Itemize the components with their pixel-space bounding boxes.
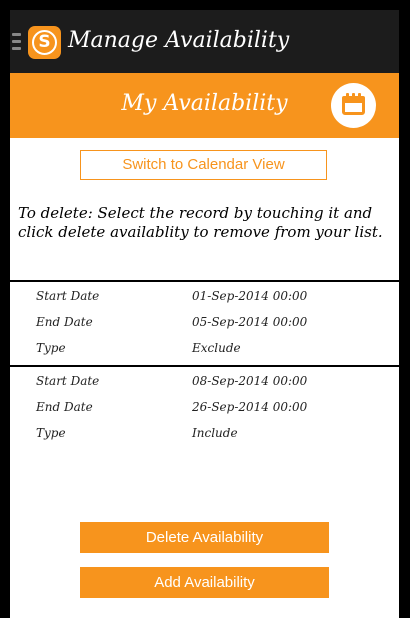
record-divider <box>10 365 399 367</box>
delete-instructions: To delete: Select the record by touching… <box>18 204 383 241</box>
availability-record[interactable]: Start Date 08-Sep-2014 00:00 End Date 26… <box>10 370 399 448</box>
app-screen: S Manage Availability My Availability Sw… <box>10 10 399 618</box>
logo-letter: S <box>32 30 57 55</box>
end-date-row: End Date 05-Sep-2014 00:00 <box>10 311 399 337</box>
add-availability-button[interactable]: Add Availability <box>80 567 329 598</box>
delete-availability-button[interactable]: Delete Availability <box>80 522 329 553</box>
start-date-label: Start Date <box>36 374 100 388</box>
start-date-value: 01-Sep-2014 00:00 <box>192 289 308 303</box>
start-date-row: Start Date 01-Sep-2014 00:00 <box>10 285 399 311</box>
list-divider <box>10 280 399 282</box>
end-date-value: 26-Sep-2014 00:00 <box>192 400 308 414</box>
type-row: Type Exclude <box>10 337 399 363</box>
end-date-value: 05-Sep-2014 00:00 <box>192 315 308 329</box>
page-header: My Availability <box>10 73 399 138</box>
type-label: Type <box>36 426 66 440</box>
start-date-row: Start Date 08-Sep-2014 00:00 <box>10 370 399 396</box>
availability-record[interactable]: Start Date 01-Sep-2014 00:00 End Date 05… <box>10 285 399 363</box>
app-title: Manage Availability <box>68 28 290 53</box>
type-value: Include <box>192 426 238 440</box>
start-date-value: 08-Sep-2014 00:00 <box>192 374 308 388</box>
calendar-button[interactable] <box>331 83 376 128</box>
switch-calendar-view-button[interactable]: Switch to Calendar View <box>80 150 327 180</box>
menu-icon[interactable] <box>12 33 22 51</box>
start-date-label: Start Date <box>36 289 100 303</box>
end-date-row: End Date 26-Sep-2014 00:00 <box>10 396 399 422</box>
type-row: Type Include <box>10 422 399 448</box>
app-bar: S Manage Availability <box>10 10 399 73</box>
device-frame: S Manage Availability My Availability Sw… <box>0 0 410 618</box>
type-label: Type <box>36 341 66 355</box>
type-value: Exclude <box>192 341 241 355</box>
app-logo-icon[interactable]: S <box>28 26 61 59</box>
end-date-label: End Date <box>36 315 93 329</box>
end-date-label: End Date <box>36 400 93 414</box>
